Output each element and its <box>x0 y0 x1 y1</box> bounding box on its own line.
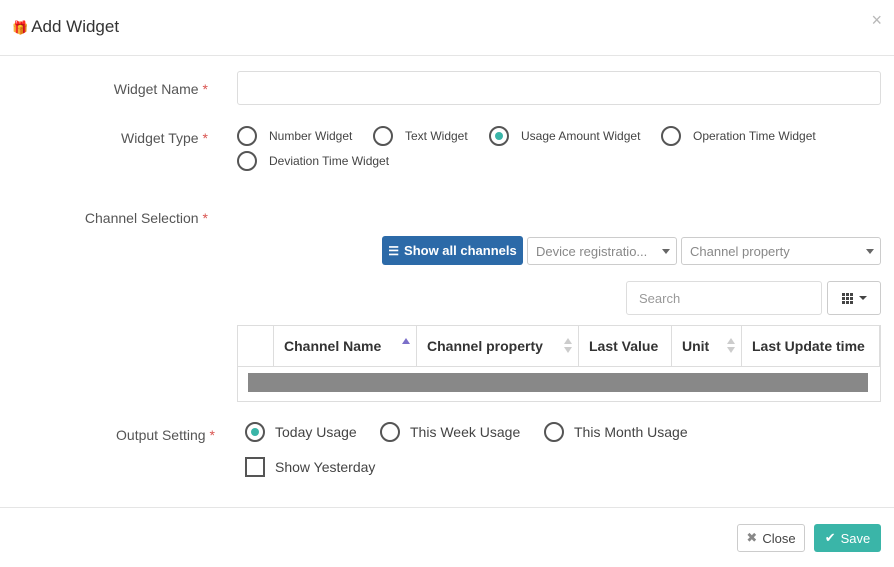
times-icon: ✖ <box>746 530 758 545</box>
table-header-divider <box>238 366 880 367</box>
check-icon: ✔ <box>824 530 836 545</box>
sort-icon <box>402 338 410 354</box>
table-header-channel-name[interactable]: Channel Name <box>274 326 417 366</box>
device-select[interactable]: Device registratio... <box>527 237 677 265</box>
radio-button[interactable] <box>661 126 681 146</box>
table-header-select <box>238 326 274 366</box>
radio-operation-time-widget[interactable]: Operation Time Widget <box>661 126 816 146</box>
sort-icon <box>564 338 572 354</box>
radio-button-checked[interactable] <box>489 126 509 146</box>
radio-deviation-time-widget[interactable]: Deviation Time Widget <box>237 151 389 171</box>
radio-this-week-usage[interactable]: This Week Usage <box>380 422 520 442</box>
search-input[interactable]: Search <box>626 281 822 315</box>
channels-table: Channel Name Channel property Last Value… <box>237 325 881 402</box>
table-header-channel-property[interactable]: Channel property <box>417 326 579 366</box>
output-setting-label: Output Setting * <box>116 427 215 443</box>
chevron-down-icon <box>866 249 874 254</box>
radio-button[interactable] <box>237 126 257 146</box>
table-loading-bar <box>248 373 868 392</box>
channel-selection-label: Channel Selection * <box>84 210 208 226</box>
close-button[interactable]: ✖ Close <box>737 524 805 552</box>
table-header-unit[interactable]: Unit <box>672 326 742 366</box>
radio-button[interactable] <box>373 126 393 146</box>
gift-icon: 🎁 <box>12 20 29 35</box>
radio-number-widget[interactable]: Number Widget <box>237 126 352 146</box>
show-all-channels-button[interactable]: ☰ Show all channels <box>382 236 523 265</box>
widget-name-input[interactable] <box>237 71 881 105</box>
table-header-last-update-time[interactable]: Last Update time <box>742 326 880 366</box>
radio-text-widget[interactable]: Text Widget <box>373 126 468 146</box>
widget-name-label: Widget Name * <box>113 81 208 97</box>
sort-icon <box>727 338 735 354</box>
chevron-down-icon <box>858 296 867 300</box>
radio-button-checked[interactable] <box>245 422 265 442</box>
save-button[interactable]: ✔ Save <box>814 524 881 552</box>
close-icon[interactable]: × <box>871 10 882 31</box>
radio-button[interactable] <box>380 422 400 442</box>
columns-toggle-button[interactable] <box>827 281 881 315</box>
radio-usage-amount-widget[interactable]: Usage Amount Widget <box>489 126 640 146</box>
widget-type-label: Widget Type * <box>120 130 208 146</box>
chevron-down-icon <box>662 249 670 254</box>
modal-title: 🎁 Add Widget <box>12 17 119 37</box>
grid-icon <box>841 292 853 304</box>
list-icon: ☰ <box>388 243 400 258</box>
checkbox[interactable] <box>245 457 265 477</box>
radio-today-usage[interactable]: Today Usage <box>245 422 357 442</box>
modal-header: 🎁 Add Widget × <box>0 0 894 56</box>
modal-title-text: Add Widget <box>31 17 120 36</box>
radio-button[interactable] <box>237 151 257 171</box>
table-header-last-value[interactable]: Last Value <box>579 326 672 366</box>
radio-this-month-usage[interactable]: This Month Usage <box>544 422 688 442</box>
show-yesterday-checkbox[interactable]: Show Yesterday <box>245 457 375 477</box>
radio-button[interactable] <box>544 422 564 442</box>
channel-property-select[interactable]: Channel property <box>681 237 881 265</box>
